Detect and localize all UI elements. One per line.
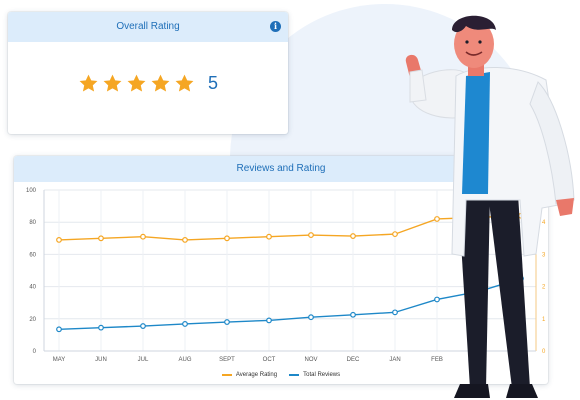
data-point-average-rating	[308, 232, 314, 238]
doctor-illustration	[405, 15, 575, 398]
doctor-eye-left	[465, 40, 469, 44]
data-point-total-reviews	[182, 321, 188, 327]
legend-swatch-average-rating	[221, 374, 232, 376]
x-tick-label: SEPT	[219, 357, 235, 363]
doctor-left-shoe	[454, 384, 490, 398]
data-point-total-reviews	[266, 317, 272, 324]
star-icon	[78, 73, 99, 94]
data-point-average-rating	[98, 235, 104, 242]
x-tick-label: JUL	[138, 357, 149, 363]
data-point-total-reviews	[350, 311, 356, 318]
x-tick-label: AUG	[178, 357, 191, 363]
doctor-forearm	[409, 69, 427, 103]
star-icon	[102, 73, 123, 94]
overall-rating-card: Overall Rating i 5	[8, 12, 288, 134]
legend-swatch-total-reviews	[289, 374, 300, 376]
y-left-tick-label: 20	[29, 317, 36, 323]
star-icon	[126, 73, 147, 94]
x-tick-label: OCT	[263, 357, 276, 363]
legend-item-average-rating[interactable]: Average Rating	[221, 372, 278, 378]
data-point-average-rating	[56, 237, 62, 243]
doctor-eye-right	[478, 40, 482, 44]
x-tick-label: NOV	[304, 357, 317, 363]
info-icon[interactable]: i	[270, 21, 281, 32]
x-tick-label: JUN	[95, 357, 107, 363]
data-point-average-rating	[140, 233, 146, 240]
y-left-tick-label: 40	[29, 285, 36, 291]
overall-rating-title: Overall Rating	[116, 21, 180, 32]
legend-label-total-reviews: Total Reviews	[303, 372, 341, 378]
legend-item-total-reviews[interactable]: Total Reviews	[289, 372, 340, 378]
doctor-right-shoe	[506, 384, 538, 398]
y-left-tick-label: 80	[29, 220, 36, 226]
chart-title: Reviews and Rating	[236, 163, 326, 174]
doctor-shirt	[462, 72, 490, 194]
data-point-total-reviews	[56, 326, 62, 333]
star-icon	[150, 73, 171, 94]
legend-label-average-rating: Average Rating	[235, 372, 278, 378]
y-left-tick-label: 0	[33, 349, 37, 355]
data-point-average-rating	[266, 233, 272, 240]
star-icon	[174, 73, 195, 94]
overall-rating-header: Overall Rating i	[8, 12, 288, 42]
data-point-total-reviews	[308, 314, 314, 321]
data-point-total-reviews	[98, 324, 104, 331]
data-point-average-rating	[350, 233, 356, 239]
doctor-right-hand	[556, 198, 574, 216]
data-point-average-rating	[182, 237, 188, 243]
star-rating: 5	[8, 72, 288, 94]
y-left-tick-label: 60	[29, 252, 36, 258]
x-tick-label: MAY	[53, 357, 66, 363]
data-point-total-reviews	[224, 319, 230, 325]
x-tick-label: DEC	[347, 357, 360, 363]
y-left-tick-label: 100	[26, 188, 37, 194]
rating-value: 5	[207, 73, 218, 93]
data-point-average-rating	[224, 235, 230, 242]
data-point-total-reviews	[140, 323, 146, 329]
